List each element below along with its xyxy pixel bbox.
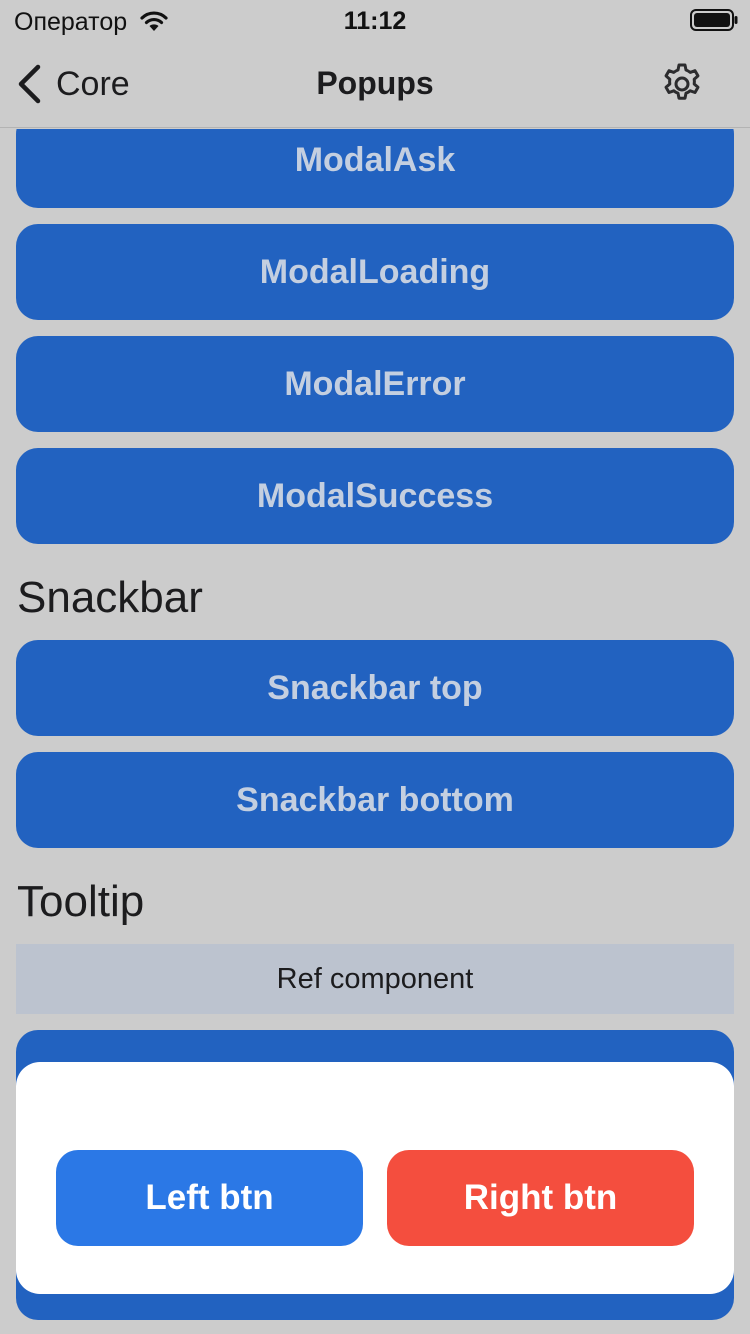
section-title-snackbar: Snackbar bbox=[17, 573, 203, 622]
screen: Оператор 11:12 Core Popups ModalAsk Moda… bbox=[0, 0, 750, 1334]
snackbar-top-button[interactable]: Snackbar top bbox=[16, 640, 734, 736]
section-title-tooltip: Tooltip bbox=[17, 877, 145, 926]
ref-component[interactable]: Ref component bbox=[16, 944, 734, 1014]
snackbar-bottom-button[interactable]: Snackbar bottom bbox=[16, 752, 734, 848]
popup-dialog: Left btn Right btn bbox=[16, 1062, 734, 1294]
left-button[interactable]: Left btn bbox=[56, 1150, 363, 1246]
right-button[interactable]: Right btn bbox=[387, 1150, 694, 1246]
back-chevron-icon bbox=[18, 64, 41, 104]
modal-ask-button[interactable]: ModalAsk bbox=[16, 129, 734, 208]
status-bar: Оператор 11:12 bbox=[0, 0, 750, 40]
back-label: Core bbox=[56, 64, 130, 103]
gear-icon[interactable] bbox=[660, 62, 704, 106]
navigation-bar: Core Popups bbox=[0, 40, 750, 128]
back-button[interactable]: Core bbox=[16, 60, 130, 108]
battery-icon bbox=[690, 9, 738, 31]
modal-success-button[interactable]: ModalSuccess bbox=[16, 448, 734, 544]
modal-error-button[interactable]: ModalError bbox=[16, 336, 734, 432]
clock: 11:12 bbox=[343, 7, 407, 35]
modal-loading-button[interactable]: ModalLoading bbox=[16, 224, 734, 320]
